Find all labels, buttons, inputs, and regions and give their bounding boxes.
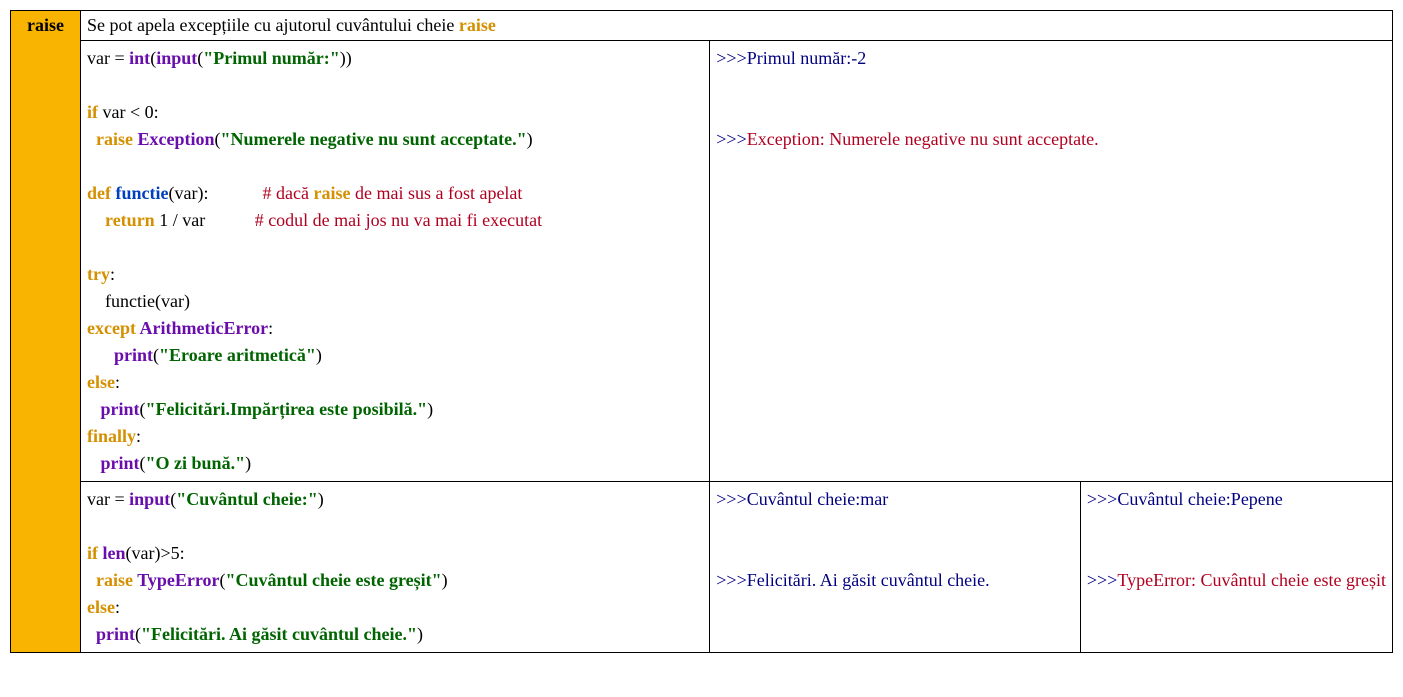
intro-cell: Se pot apela excepțiile cu ajutorul cuvâ… xyxy=(81,11,1393,41)
len-builtin: len xyxy=(98,543,126,563)
t: ) xyxy=(316,345,322,365)
t: : xyxy=(115,597,120,617)
return-keyword: return xyxy=(87,210,155,230)
example2-output-a: >>>Cuvântul cheie:mar >>>Felicitări. Ai … xyxy=(716,486,1074,594)
def-keyword: def xyxy=(87,183,111,203)
finally-keyword: finally xyxy=(87,426,136,446)
error-line: TypeError: Cuvântul cheie este greșit xyxy=(1117,570,1386,590)
string-literal: "Primul număr:" xyxy=(203,48,339,68)
example2-output-b-cell: >>>Cuvântul cheie:Pepene >>>TypeError: C… xyxy=(1080,482,1392,653)
t: ) xyxy=(417,624,423,644)
raise-keyword: raise xyxy=(87,129,133,149)
t: (var): xyxy=(169,183,263,203)
t: var = xyxy=(87,489,129,509)
print-builtin: print xyxy=(87,345,153,365)
if-keyword: if xyxy=(87,543,98,563)
t: ) xyxy=(245,453,251,473)
int-builtin: int xyxy=(129,48,150,68)
arithmeticerror-class: ArithmeticError xyxy=(136,318,268,338)
string-literal: "O zi bună." xyxy=(146,453,246,473)
intro-keyword: raise xyxy=(459,15,496,35)
typeerror-class: TypeError xyxy=(133,570,220,590)
print-builtin: print xyxy=(87,624,135,644)
string-literal: "Numerele negative nu sunt acceptate." xyxy=(221,129,527,149)
output-line: Felicitări. Ai găsit cuvântul cheie. xyxy=(747,570,990,590)
string-literal: "Cuvântul cheie este greșit" xyxy=(226,570,442,590)
example1-output-cell: >>>Primul număr:-2 >>>Exception: Numerel… xyxy=(710,41,1393,482)
doc-table: raise Se pot apela excepțiile cu ajutoru… xyxy=(10,10,1393,653)
row-label-cell: raise xyxy=(11,11,81,653)
string-literal: "Felicitări.Impărțirea este posibilă." xyxy=(146,399,428,419)
exception-class: Exception xyxy=(133,129,215,149)
intro-text: Se pot apela excepțiile cu ajutorul cuvâ… xyxy=(87,15,459,35)
t: : xyxy=(110,264,115,284)
example1-output: >>>Primul număr:-2 >>>Exception: Numerel… xyxy=(716,45,1386,153)
prompt: >>> xyxy=(716,48,746,68)
else-keyword: else xyxy=(87,597,115,617)
row-label: raise xyxy=(27,15,64,35)
prompt: >>> xyxy=(716,570,746,590)
t: 1 / var xyxy=(155,210,255,230)
t: : xyxy=(115,372,120,392)
prompt: >>> xyxy=(1087,489,1117,509)
example2-code-cell: var = input("Cuvântul cheie:") if len(va… xyxy=(81,482,710,653)
output-line: Cuvântul cheie:mar xyxy=(747,489,888,509)
t: functie(var) xyxy=(87,291,190,311)
raise-keyword: raise xyxy=(87,570,133,590)
string-literal: "Felicitări. Ai găsit cuvântul cheie." xyxy=(141,624,417,644)
example2-code: var = input("Cuvântul cheie:") if len(va… xyxy=(87,486,703,648)
comment: # dacă xyxy=(263,183,314,203)
string-literal: "Eroare aritmetică" xyxy=(159,345,316,365)
example1-code: var = int(input("Primul număr:")) if var… xyxy=(87,45,703,477)
print-builtin: print xyxy=(87,453,140,473)
output-line: Cuvântul cheie:Pepene xyxy=(1117,489,1282,509)
if-keyword: if xyxy=(87,102,98,122)
error-line: Exception: Numerele negative nu sunt acc… xyxy=(747,129,1099,149)
try-keyword: try xyxy=(87,264,110,284)
string-literal: "Cuvântul cheie:" xyxy=(176,489,318,509)
t: : xyxy=(268,318,273,338)
example1-code-cell: var = int(input("Primul număr:")) if var… xyxy=(81,41,710,482)
t: ) xyxy=(527,129,533,149)
else-keyword: else xyxy=(87,372,115,392)
input-builtin: input xyxy=(156,48,197,68)
example2-output-a-cell: >>>Cuvântul cheie:mar >>>Felicitări. Ai … xyxy=(710,482,1081,653)
except-keyword: except xyxy=(87,318,136,338)
t: ) xyxy=(427,399,433,419)
prompt: >>> xyxy=(716,129,746,149)
print-builtin: print xyxy=(87,399,140,419)
func-name: functie xyxy=(111,183,169,203)
prompt: >>> xyxy=(1087,570,1117,590)
t: (var)>5: xyxy=(126,543,185,563)
raise-in-comment: raise xyxy=(313,183,350,203)
t: var = xyxy=(87,48,129,68)
output-line: Primul număr:-2 xyxy=(747,48,867,68)
t: ) xyxy=(318,489,324,509)
example2-output-b: >>>Cuvântul cheie:Pepene >>>TypeError: C… xyxy=(1087,486,1386,594)
t: : xyxy=(136,426,141,446)
comment: # codul de mai jos nu va mai fi executat xyxy=(255,210,542,230)
comment: de mai sus a fost apelat xyxy=(350,183,522,203)
input-builtin: input xyxy=(129,489,170,509)
t: ) xyxy=(442,570,448,590)
t: var < 0: xyxy=(98,102,159,122)
t: )) xyxy=(340,48,352,68)
prompt: >>> xyxy=(716,489,746,509)
